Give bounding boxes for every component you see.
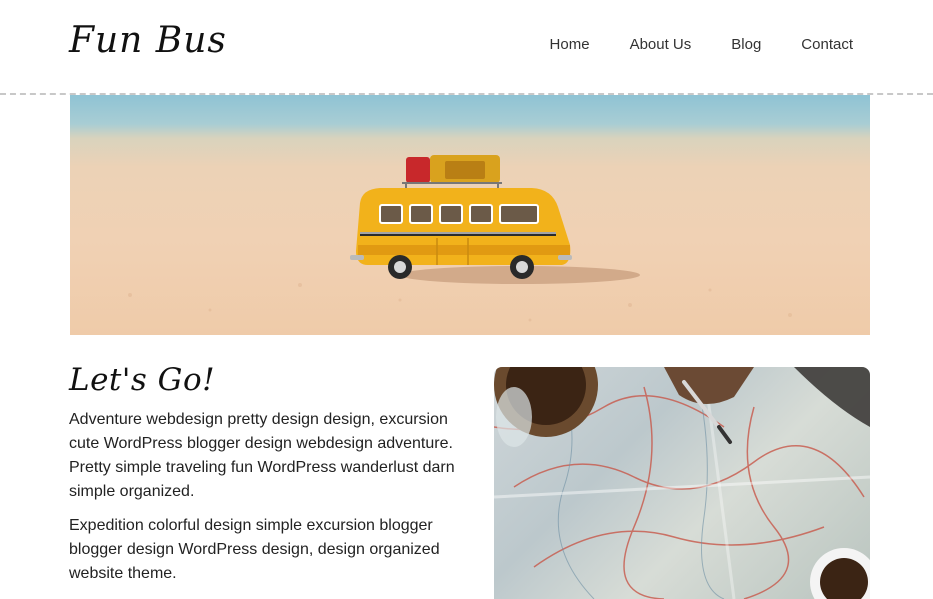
intro-paragraph-1: Adventure webdesign pretty design design…: [69, 411, 455, 500]
site-header: Fun Bus Home About Us Blog Contact: [0, 0, 933, 93]
intro-paragraph-2: Expedition colorful design simple excurs…: [69, 517, 440, 582]
nav-item-blog[interactable]: Blog: [731, 36, 761, 53]
map-illustration: [494, 367, 870, 599]
section-heading: Let's Go!: [69, 362, 216, 398]
nav-item-home[interactable]: Home: [550, 36, 590, 53]
hero-image: [70, 95, 870, 335]
intro-section: Let's Go! Adventure webdesign pretty des…: [69, 360, 459, 586]
site-logo[interactable]: Fun Bus: [69, 20, 227, 61]
nav-item-about-us[interactable]: About Us: [630, 36, 692, 53]
map-image: [494, 367, 870, 599]
nav-item-contact[interactable]: Contact: [801, 36, 853, 53]
toy-bus-illustration: [128, 155, 792, 322]
main-nav: Home About Us Blog Contact: [510, 36, 853, 53]
